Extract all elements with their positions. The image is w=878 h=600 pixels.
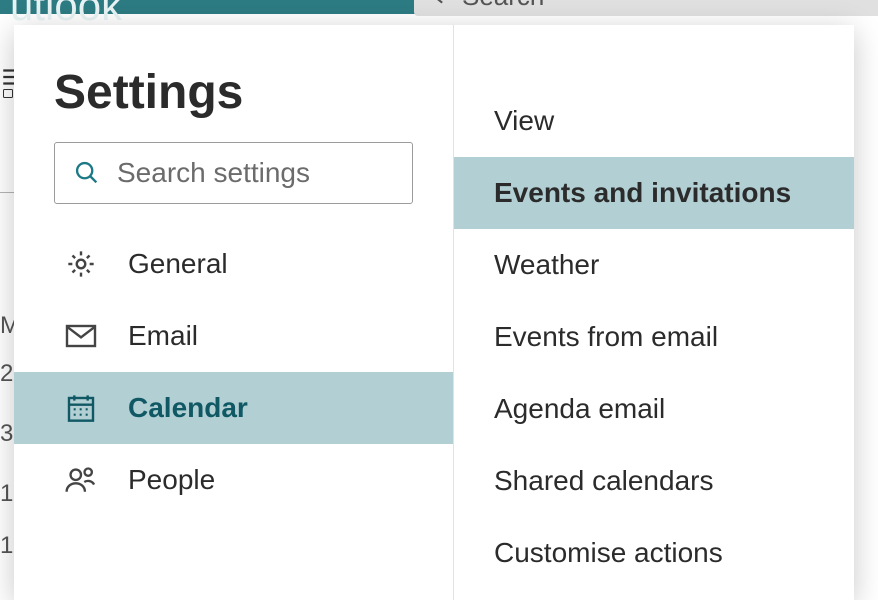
calendar-icon bbox=[64, 391, 98, 425]
settings-right-column: View Events and invitations Weather Even… bbox=[454, 25, 854, 600]
settings-modal: Settings General bbox=[14, 25, 854, 600]
nav-calendar[interactable]: Calendar bbox=[14, 372, 453, 444]
sub-label: Weather bbox=[494, 249, 599, 281]
sub-label: View bbox=[494, 105, 554, 137]
sub-view[interactable]: View bbox=[454, 85, 854, 157]
nav-label: General bbox=[128, 248, 228, 280]
row-num: 3 bbox=[0, 420, 14, 448]
settings-nav: General Email bbox=[14, 228, 453, 516]
sub-label: Shared calendars bbox=[494, 465, 713, 497]
sub-label: Customise actions bbox=[494, 537, 723, 569]
row-num: 2 bbox=[0, 588, 14, 592]
nav-label: Calendar bbox=[128, 392, 248, 424]
month-label: M bbox=[0, 312, 14, 340]
settings-left-column: Settings General bbox=[14, 25, 454, 600]
global-search[interactable]: Search bbox=[414, 0, 878, 16]
gear-icon bbox=[64, 247, 98, 281]
sub-label: Agenda email bbox=[494, 393, 665, 425]
envelope-icon bbox=[64, 319, 98, 353]
settings-search-input[interactable] bbox=[117, 157, 478, 189]
back-arrow-icon bbox=[428, 0, 448, 6]
settings-search[interactable] bbox=[54, 142, 413, 204]
settings-sub-nav: View Events and invitations Weather Even… bbox=[454, 85, 854, 589]
nav-people[interactable]: People bbox=[14, 444, 453, 516]
global-search-placeholder: Search bbox=[462, 0, 544, 12]
sub-events-from-email[interactable]: Events from email bbox=[454, 301, 854, 373]
sub-label: Events and invitations bbox=[494, 177, 791, 209]
row-num: 1 bbox=[0, 480, 14, 508]
sub-agenda-email[interactable]: Agenda email bbox=[454, 373, 854, 445]
sub-events-invitations[interactable]: Events and invitations bbox=[454, 157, 854, 229]
search-icon bbox=[73, 159, 101, 187]
sub-weather[interactable]: Weather bbox=[454, 229, 854, 301]
nav-label: Email bbox=[128, 320, 198, 352]
sub-shared-calendars[interactable]: Shared calendars bbox=[454, 445, 854, 517]
nav-label: People bbox=[128, 464, 215, 496]
settings-title: Settings bbox=[14, 65, 453, 142]
nav-email[interactable]: Email bbox=[14, 300, 453, 372]
row-num: 1 bbox=[0, 532, 14, 560]
people-icon bbox=[64, 463, 98, 497]
sub-customise-actions[interactable]: Customise actions bbox=[454, 517, 854, 589]
sub-label: Events from email bbox=[494, 321, 718, 353]
nav-general[interactable]: General bbox=[14, 228, 453, 300]
calendar-strip-fragment: M 2 3 1 1 2 bbox=[0, 72, 14, 592]
row-num: 2 bbox=[0, 360, 14, 388]
